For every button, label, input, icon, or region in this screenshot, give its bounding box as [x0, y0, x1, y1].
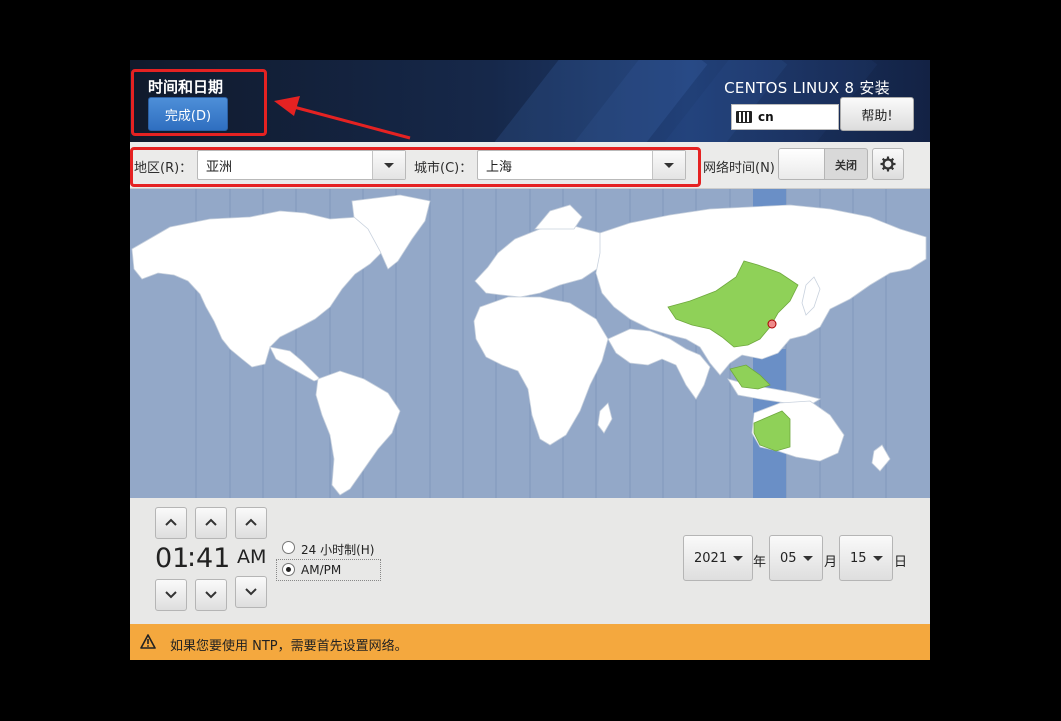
- annotation-arrow: [274, 96, 411, 140]
